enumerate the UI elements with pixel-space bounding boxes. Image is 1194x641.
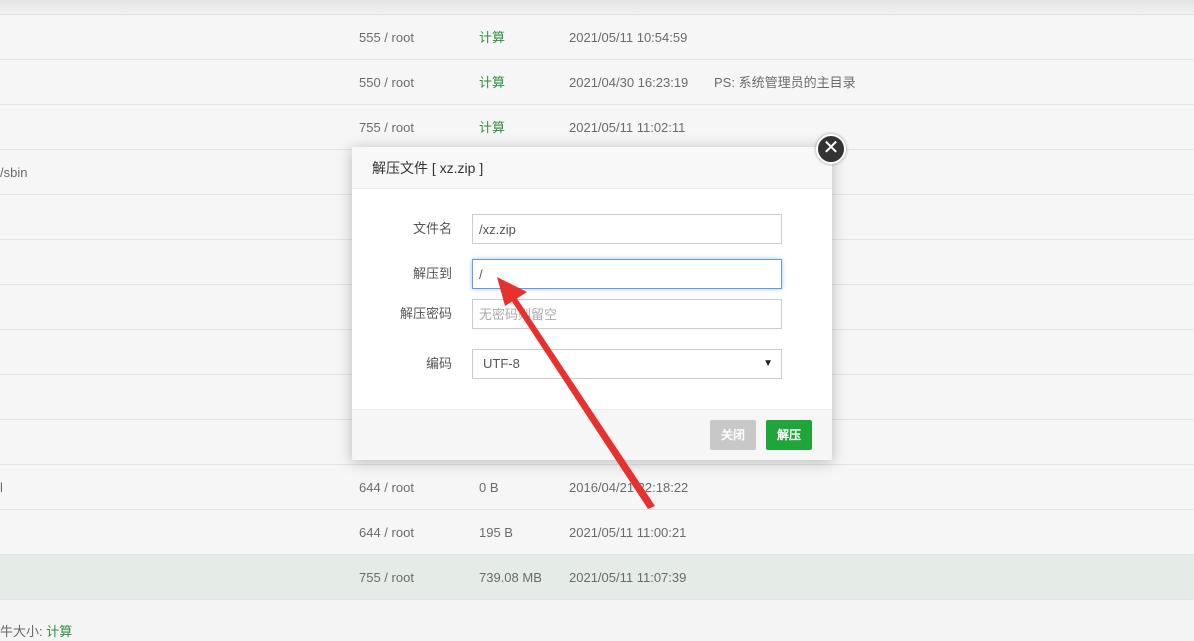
- footer-calc-link[interactable]: 计算: [46, 624, 72, 639]
- table-row[interactable]: 555 / root 计算 2021/05/11 10:54:59: [0, 15, 1194, 60]
- footer-label: 牛大小:: [0, 624, 43, 639]
- table-row[interactable]: 755 / root 计算 2021/05/11 11:02:11: [0, 105, 1194, 150]
- extract-dialog: 解压文件 [ xz.zip ] ✕ 文件名 解压到 解压密码 编码 UTF-8 …: [352, 134, 846, 460]
- table-row[interactable]: 550 / root 计算 2021/04/30 16:23:19 PS: 系统管理员…: [0, 60, 1194, 105]
- encoding-label: 编码: [425, 356, 452, 371]
- permission-cell: 555 / root: [359, 30, 414, 45]
- size-calc-link[interactable]: 计算: [479, 15, 505, 60]
- table-row[interactable]: 644 / root 195 B 2021/05/11 11:00:21: [0, 510, 1194, 555]
- table-header-bar: [0, 0, 1194, 15]
- dialog-footer: 关闭 解压: [352, 409, 832, 460]
- encoding-select[interactable]: UTF-8 ▼: [472, 349, 782, 379]
- modified-time-cell: 2021/05/11 11:07:39: [569, 570, 687, 585]
- modified-time-cell: 2021/05/11 11:02:11: [569, 120, 686, 135]
- close-button[interactable]: 关闭: [710, 420, 757, 450]
- footer-size-summary: 牛大小: 计算: [0, 622, 72, 641]
- extract-button[interactable]: 解压: [766, 420, 813, 450]
- size-cell: 195 B: [479, 525, 513, 540]
- size-cell: 739.08 MB: [479, 570, 542, 585]
- note-cell: PS: 系统管理员的主目录: [714, 75, 856, 90]
- dest-path-field[interactable]: [472, 259, 782, 289]
- filename-label: 文件名: [412, 221, 452, 236]
- size-calc-link[interactable]: 计算: [479, 60, 505, 105]
- table-row[interactable]: 755 / root 739.08 MB 2021/05/11 11:07:39: [0, 555, 1194, 600]
- size-cell: 0 B: [479, 480, 499, 495]
- dialog-title: 解压文件 [ xz.zip ]: [352, 147, 832, 189]
- permission-cell: 550 / root: [359, 75, 414, 90]
- dest-label: 解压到: [412, 266, 452, 281]
- encoding-value: UTF-8: [483, 356, 520, 371]
- permission-cell: 755 / root: [359, 120, 414, 135]
- chevron-down-icon: ▼: [763, 358, 773, 369]
- modified-time-cell: 2021/05/11 10:54:59: [569, 30, 688, 45]
- modified-time-cell: 2021/04/30 16:23:19: [569, 75, 689, 90]
- close-icon[interactable]: ✕: [816, 134, 846, 164]
- modified-time-cell: 2021/05/11 11:00:21: [569, 525, 687, 540]
- size-calc-link[interactable]: 计算: [479, 105, 505, 150]
- file-name-cell: l: [0, 480, 3, 495]
- permission-cell: 644 / root: [359, 525, 414, 540]
- table-row[interactable]: l 644 / root 0 B 2016/04/21 22:18:22: [0, 465, 1194, 510]
- modified-time-cell: 2016/04/21 22:18:22: [569, 480, 689, 495]
- password-field[interactable]: [472, 299, 782, 329]
- filename-field[interactable]: [472, 214, 782, 244]
- password-label: 解压密码: [399, 306, 452, 321]
- permission-cell: 755 / root: [359, 570, 414, 585]
- permission-cell: 644 / root: [359, 480, 414, 495]
- file-name-cell: /sbin: [0, 165, 28, 180]
